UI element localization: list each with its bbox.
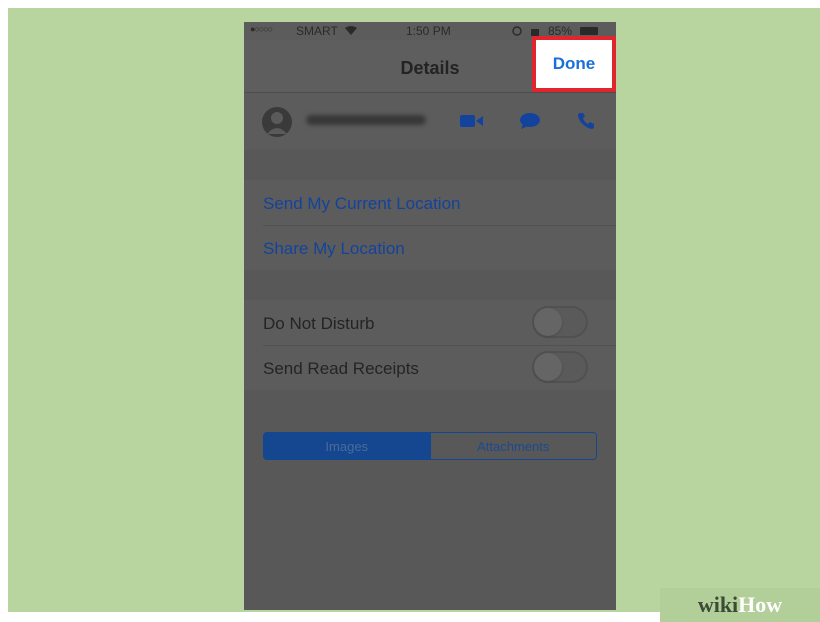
do-not-disturb-label: Do Not Disturb xyxy=(263,314,375,333)
wifi-icon xyxy=(344,25,358,39)
tab-images[interactable]: Images xyxy=(264,433,430,459)
contact-row[interactable] xyxy=(244,93,616,149)
tab-attachments[interactable]: Attachments xyxy=(429,433,596,459)
location-section: Send My Current Location Share My Locati… xyxy=(244,180,616,270)
video-call-icon[interactable] xyxy=(458,108,486,134)
phone-screen: ●○○○○ SMART 1:50 PM 85% Details Send My … xyxy=(244,22,616,610)
contact-name-redacted xyxy=(306,115,426,125)
alarm-icon xyxy=(512,25,522,39)
battery-icon xyxy=(580,27,598,35)
carrier-name: SMART xyxy=(296,24,338,38)
settings-section: Do Not Disturb Send Read Receipts xyxy=(244,300,616,390)
share-my-location-button[interactable]: Share My Location xyxy=(263,239,405,259)
attachments-area xyxy=(244,390,616,610)
signal-strength: ●○○○○ xyxy=(250,24,273,34)
phone-icon[interactable] xyxy=(572,108,600,134)
send-current-location-button[interactable]: Send My Current Location xyxy=(263,194,461,214)
row-divider xyxy=(263,345,616,346)
message-icon[interactable] xyxy=(516,108,544,134)
watermark-wiki: wiki xyxy=(697,592,739,617)
person-icon xyxy=(262,107,292,137)
toggle-knob xyxy=(534,308,562,336)
read-receipts-toggle[interactable] xyxy=(532,351,588,383)
done-button[interactable]: Done xyxy=(532,36,616,92)
media-segmented-control: Images Attachments xyxy=(263,432,597,460)
clock: 1:50 PM xyxy=(406,24,451,38)
section-spacer xyxy=(244,270,616,300)
row-divider xyxy=(263,225,616,226)
section-spacer xyxy=(244,150,616,180)
send-read-receipts-label: Send Read Receipts xyxy=(263,359,419,378)
toggle-knob xyxy=(534,353,562,381)
wikihow-watermark: wiki How xyxy=(660,588,820,622)
do-not-disturb-toggle[interactable] xyxy=(532,306,588,338)
watermark-how: How xyxy=(738,592,783,617)
